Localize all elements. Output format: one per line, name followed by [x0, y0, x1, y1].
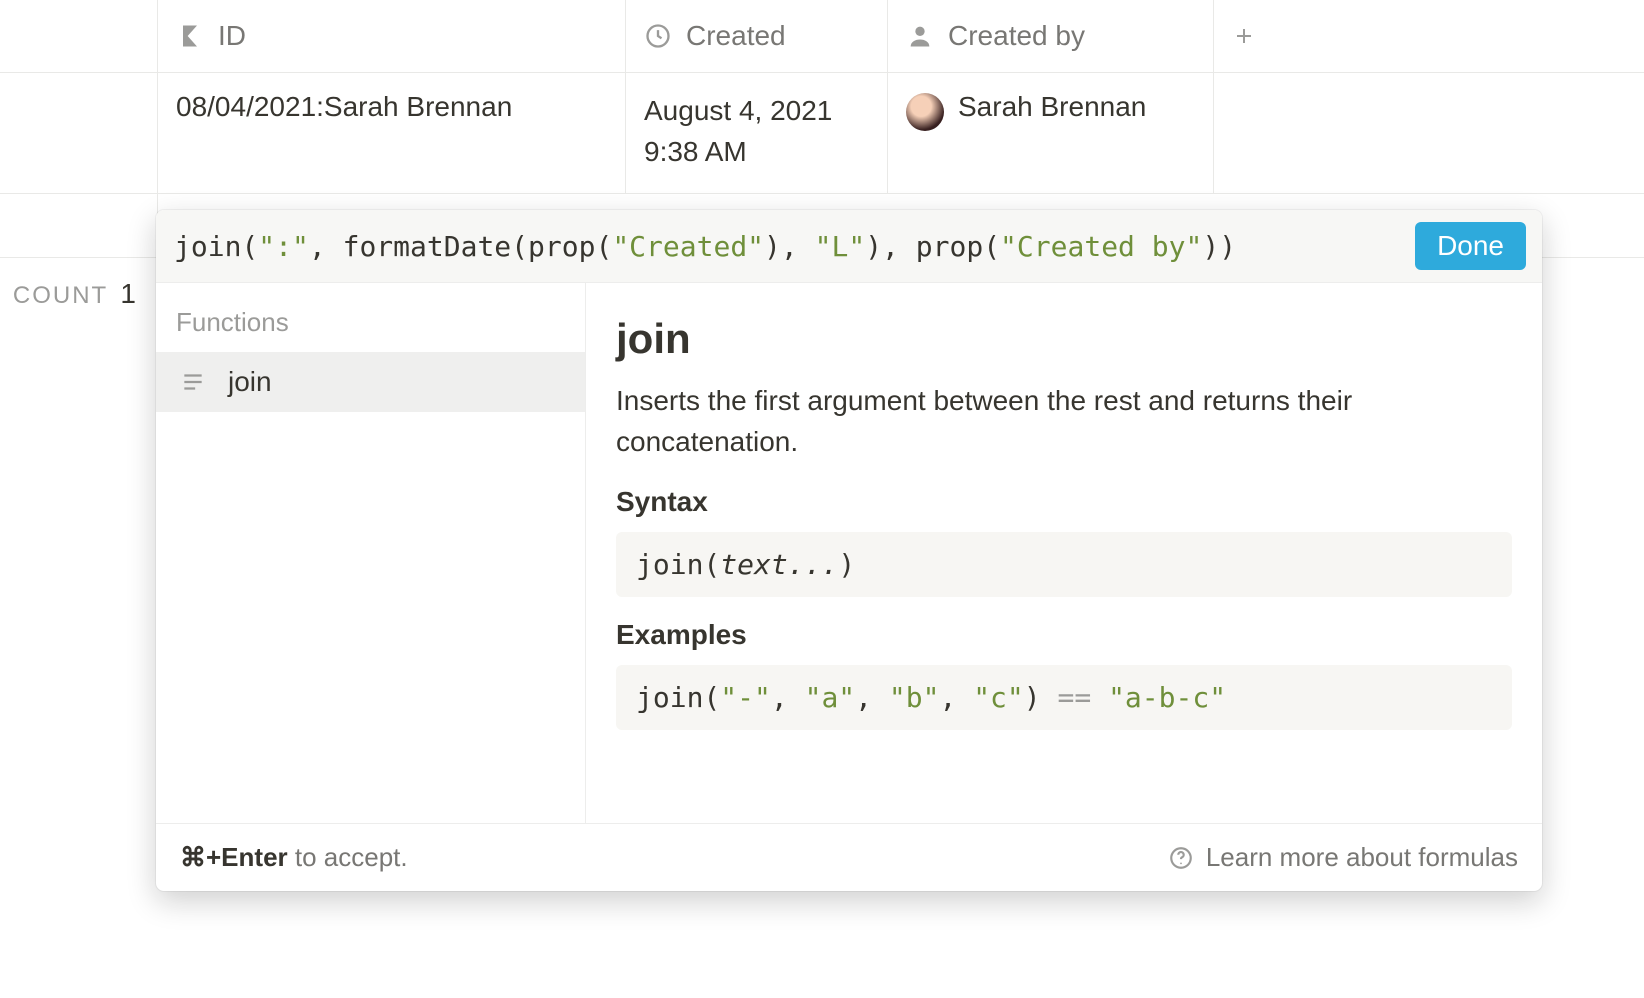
learn-more-link[interactable]: Learn more about formulas	[1168, 842, 1518, 873]
formula-input[interactable]: join(":", formatDate(prop("Created"), "L…	[174, 230, 1236, 263]
add-column-button[interactable]	[1214, 0, 1274, 72]
text-lines-icon	[180, 369, 206, 395]
function-item-join[interactable]: join	[156, 352, 585, 412]
cell-id[interactable]: 08/04/2021:Sarah Brennan	[158, 73, 626, 193]
syntax-heading: Syntax	[616, 486, 1512, 518]
formula-editor-popup: join(":", formatDate(prop("Created"), "L…	[156, 210, 1542, 891]
function-item-label: join	[228, 366, 272, 398]
table-header-row: ID Created Created by	[0, 0, 1644, 73]
column-label: Created by	[948, 20, 1085, 52]
column-header-created-by[interactable]: Created by	[888, 0, 1214, 72]
column-label: ID	[218, 20, 246, 52]
done-button[interactable]: Done	[1415, 222, 1526, 270]
cell-created[interactable]: August 4, 2021 9:38 AM	[626, 73, 888, 193]
accept-hint: ⌘+Enter to accept.	[180, 842, 408, 873]
cell-created-by[interactable]: Sarah Brennan	[888, 73, 1214, 193]
column-label: Created	[686, 20, 786, 52]
help-icon	[1168, 845, 1194, 871]
person-icon	[906, 22, 934, 50]
clock-icon	[644, 22, 672, 50]
function-doc: join Inserts the first argument between …	[586, 283, 1542, 823]
function-title: join	[616, 315, 1512, 363]
syntax-code: join(text...)	[616, 532, 1512, 597]
row-handle-gutter	[0, 73, 158, 193]
column-header-created[interactable]: Created	[626, 0, 888, 72]
formula-bar: join(":", formatDate(prop("Created"), "L…	[156, 210, 1542, 283]
formula-footer: ⌘+Enter to accept. Learn more about form…	[156, 823, 1542, 891]
table-row[interactable]: 08/04/2021:Sarah Brennan August 4, 2021 …	[0, 73, 1644, 194]
formula-icon	[176, 22, 204, 50]
examples-heading: Examples	[616, 619, 1512, 651]
row-count[interactable]: COUNT 1	[0, 278, 158, 310]
function-description: Inserts the first argument between the r…	[616, 381, 1512, 462]
avatar	[906, 93, 944, 131]
plus-icon	[1232, 22, 1256, 50]
function-section-label: Functions	[156, 283, 585, 352]
column-header-id[interactable]: ID	[158, 0, 626, 72]
example-code: join("-", "a", "b", "c") == "a-b-c"	[616, 665, 1512, 730]
function-list: Functions join	[156, 283, 586, 823]
row-handle-gutter	[0, 0, 158, 72]
